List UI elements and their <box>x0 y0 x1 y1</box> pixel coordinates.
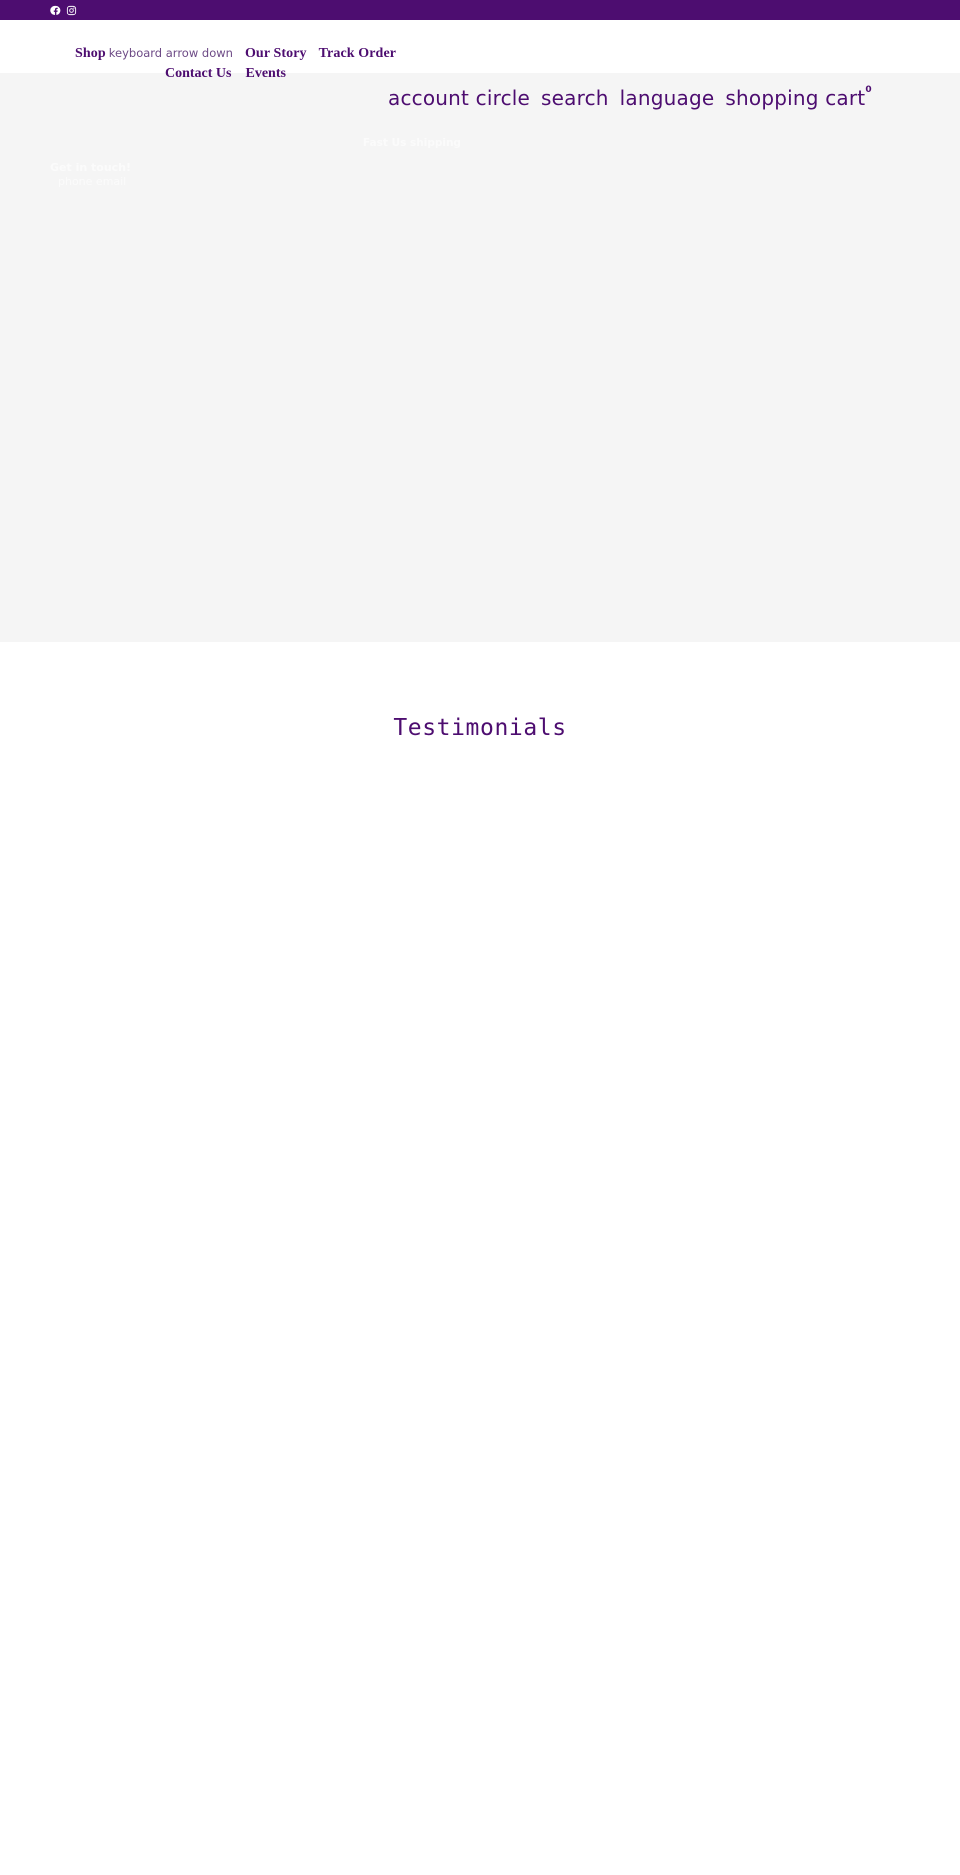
shipping-note: Fast Us shipping <box>363 137 461 149</box>
facebook-glyph <box>50 5 61 15</box>
facebook-icon[interactable] <box>50 5 61 16</box>
testimonials-content <box>0 752 960 1872</box>
nav-item-track-order[interactable]: Track Order <box>319 47 396 61</box>
nav-item-shop-label[interactable]: Shop <box>75 47 106 61</box>
contact-detail-label: phone email <box>58 174 127 188</box>
contact-prompt: Get in touch! phone email <box>50 161 131 189</box>
chevron-down-icon[interactable]: keyboard arrow down <box>109 46 233 60</box>
search-icon[interactable]: search <box>541 88 609 108</box>
nav-item-shop[interactable]: Shop keyboard arrow down <box>75 46 233 61</box>
utility-navigation: account circle search language shopping … <box>388 85 872 109</box>
nav-item-our-story[interactable]: Our Story <box>245 47 307 61</box>
contact-prompt-label: Get in touch! <box>50 161 132 174</box>
testimonials-title: Testimonials <box>393 715 567 742</box>
primary-navigation: Shop keyboard arrow down Our Story Track… <box>75 46 396 61</box>
nav-item-events[interactable]: Events <box>246 67 286 81</box>
account-circle-icon[interactable]: account circle <box>388 88 530 108</box>
social-bar <box>0 0 960 20</box>
cart-button[interactable]: shopping cart 0 <box>725 85 872 109</box>
nav-item-contact-us[interactable]: Contact Us <box>165 67 232 81</box>
social-links <box>50 5 77 16</box>
testimonials-section: Testimonials <box>0 642 960 1875</box>
instagram-glyph <box>66 5 77 15</box>
secondary-navigation: Contact Us Events <box>165 67 286 81</box>
instagram-icon[interactable] <box>66 5 77 16</box>
shopping-cart-icon[interactable]: shopping cart <box>725 88 865 108</box>
language-icon[interactable]: language <box>620 88 715 108</box>
hero-section: Get in touch! phone email Fast Us shippi… <box>0 73 960 642</box>
cart-count-badge: 0 <box>865 85 872 95</box>
